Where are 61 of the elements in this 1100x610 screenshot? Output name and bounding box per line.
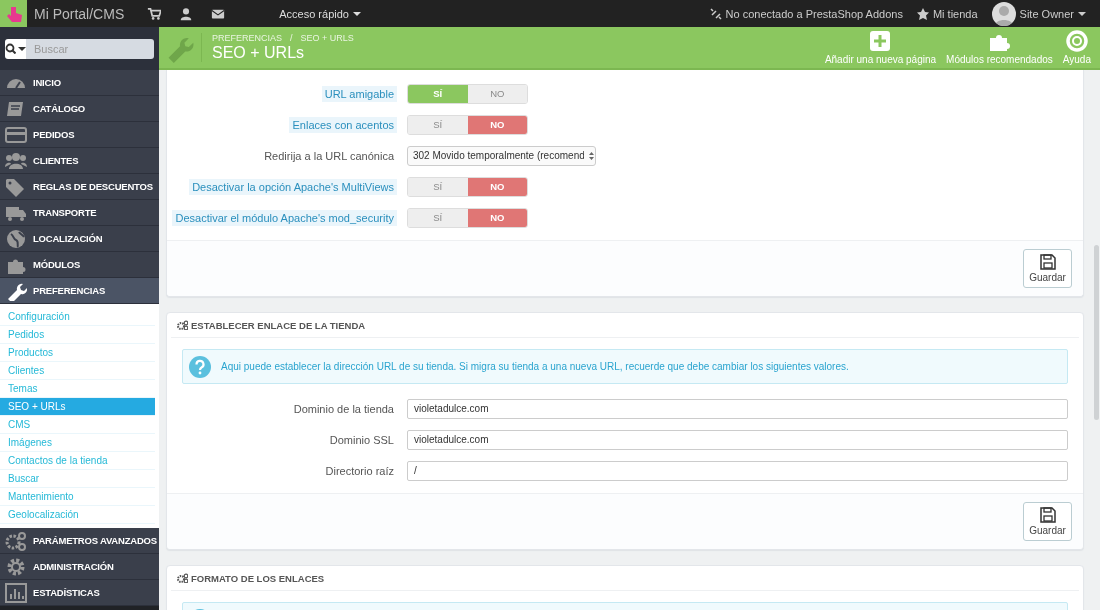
menu-item[interactable]: MÓDULOS xyxy=(0,252,159,278)
menu-item[interactable]: PEDIDOS xyxy=(0,122,159,148)
user-icon[interactable] xyxy=(179,6,194,21)
link-icon xyxy=(708,7,722,20)
menu-item[interactable]: ESTADÍSTICAS xyxy=(0,580,159,606)
redirect-dropdown[interactable]: 302 Movido temporalmente (recomend xyxy=(407,145,596,166)
search-type-button[interactable] xyxy=(5,38,26,59)
tag-icon xyxy=(5,176,27,197)
input-field[interactable]: violetadulce.com xyxy=(407,429,1068,450)
gear-icon xyxy=(5,556,27,577)
scrollbar-thumb[interactable] xyxy=(1094,245,1099,420)
menu-item[interactable]: PREFERENCIAS xyxy=(0,278,159,304)
field-label: Enlaces con acentos xyxy=(289,116,397,133)
plus-icon xyxy=(869,30,892,52)
question-icon xyxy=(189,355,211,378)
addons-status[interactable]: No conectado a PrestaShop Addons xyxy=(725,7,903,20)
user-menu[interactable]: Site Owner xyxy=(991,1,1086,26)
lifebuoy-icon xyxy=(1065,30,1088,52)
caret-icon xyxy=(352,11,361,16)
users-icon xyxy=(5,150,27,171)
brand-name[interactable]: Mi Portal/CMS xyxy=(34,5,125,22)
field-label: URL amigable xyxy=(321,85,397,102)
field-label: Dominio de la tienda xyxy=(292,401,395,417)
menu-item[interactable]: CATÁLOGO xyxy=(0,96,159,122)
star-icon xyxy=(916,7,929,20)
menu-item[interactable]: ADMINISTRACIÓN xyxy=(0,554,159,580)
search-icon xyxy=(5,43,16,54)
field-label: Desactivar la opción Apache's MultiViews xyxy=(189,178,397,195)
info-text: Aqui puede establecer la dirección URL de su tienda. Si migra su tienda a una nueva URL, recuerde que debe cambiar los siguientes valores. xyxy=(221,361,849,372)
field-label: Desactivar el módulo Apache's mod_security xyxy=(172,209,397,226)
bar-chart-icon xyxy=(5,582,27,603)
search-field[interactable]: Buscar xyxy=(26,38,154,59)
gears-icon xyxy=(177,573,188,583)
caret-icon xyxy=(18,46,26,51)
cart-icon[interactable] xyxy=(147,6,162,21)
breadcrumb-separator: / xyxy=(290,33,293,43)
credit-card-icon xyxy=(5,124,27,145)
save-button[interactable]: Guardar xyxy=(1023,249,1072,288)
sort-arrows-icon xyxy=(588,150,595,161)
shop-link[interactable]: Mi tienda xyxy=(932,7,978,20)
gears-icon xyxy=(5,530,27,551)
globe-icon xyxy=(5,228,27,249)
field-label: Directorio raíz xyxy=(324,463,395,479)
menu-item[interactable]: INICIO xyxy=(0,70,159,96)
menu-item[interactable]: CLIENTES xyxy=(0,148,159,174)
page-title: SEO + URLs xyxy=(212,44,306,62)
menu-item[interactable]: REGLAS DE DESCUENTOS xyxy=(0,174,159,200)
caret-icon xyxy=(1078,11,1086,16)
gears-icon xyxy=(177,320,188,330)
menu-item[interactable]: TRANSPORTE xyxy=(0,200,159,226)
quick-access-menu[interactable]: Acceso rápido xyxy=(279,7,361,20)
panel-title: FORMATO DE LOS ENLACES xyxy=(191,572,325,584)
input-field[interactable]: violetadulce.com xyxy=(407,398,1068,419)
field-label: Redirija a la URL canónica xyxy=(263,148,395,164)
menu-item[interactable]: LOCALIZACIÓN xyxy=(0,226,159,252)
field-label: Dominio SSL xyxy=(328,432,395,448)
hand-icon xyxy=(5,4,22,23)
input-field[interactable]: / xyxy=(407,460,1068,481)
panel-title: ESTABLECER ENLACE DE LA TIENDA xyxy=(191,319,366,331)
save-button[interactable]: Guardar xyxy=(1023,502,1072,541)
menu-item[interactable]: PARÁMETROS AVANZADOS xyxy=(0,528,159,554)
